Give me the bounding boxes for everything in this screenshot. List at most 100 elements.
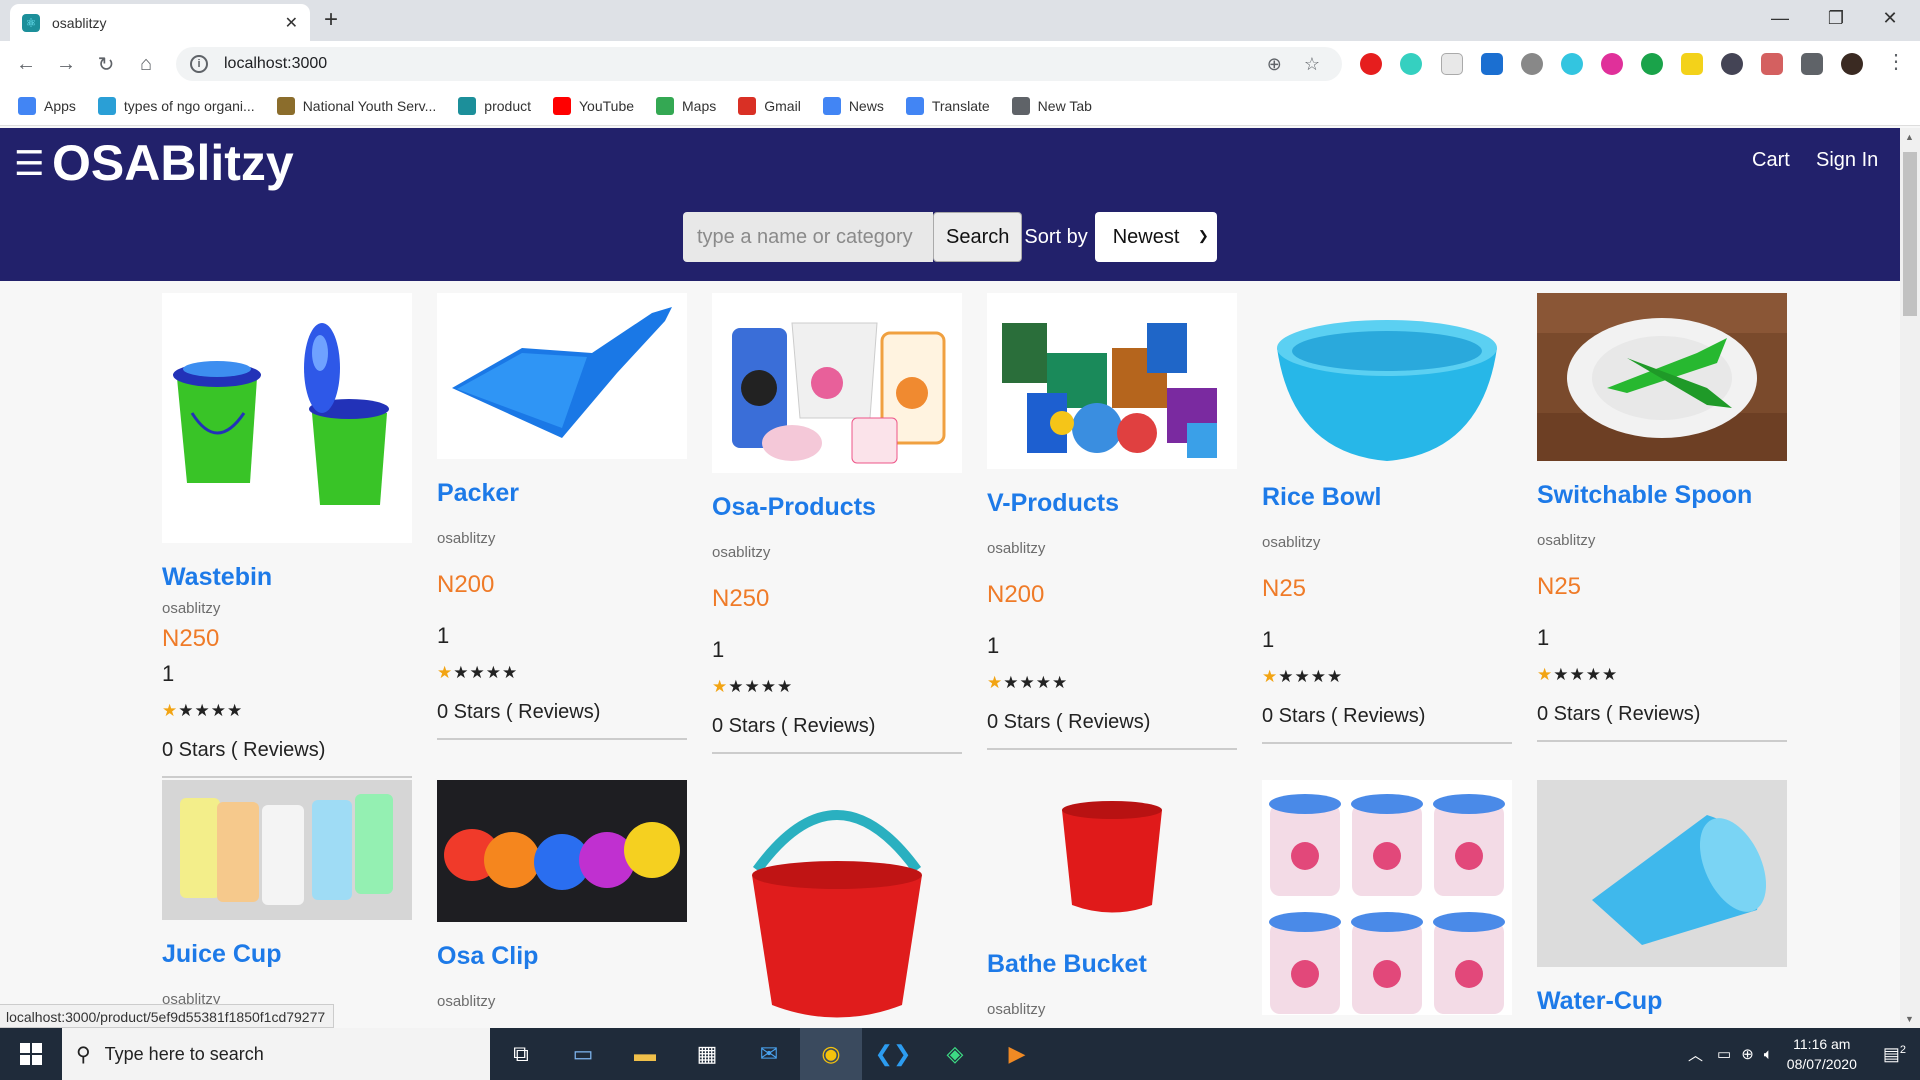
menu-dots-icon[interactable]: ⋮ xyxy=(1886,49,1906,74)
app-icon[interactable]: ▭ xyxy=(552,1028,614,1080)
close-window-icon[interactable]: ✕ xyxy=(1860,0,1920,36)
product-name[interactable]: Bathe Bucket xyxy=(987,950,1237,979)
bookmark-item[interactable]: YouTube xyxy=(553,97,634,115)
product-card[interactable]: Juice Cup osablitzy xyxy=(162,780,412,1008)
battery-icon[interactable]: ▭ xyxy=(1717,1045,1731,1063)
bookmark-item[interactable]: Translate xyxy=(905,97,990,115)
network-icon[interactable]: ⊕ xyxy=(1741,1045,1754,1063)
volume-icon[interactable]: 🔈︎ xyxy=(1764,1046,1773,1063)
product-card[interactable]: V-Products osablitzy N200 1 ★★★★★ 0 Stars ( R… xyxy=(987,293,1237,750)
taskbar-search-box[interactable]: ⚲ Type here to search xyxy=(62,1028,490,1080)
extension-icon[interactable] xyxy=(1761,53,1783,75)
product-name[interactable]: Switchable Spoon xyxy=(1537,481,1787,510)
bookmark-item[interactable]: Maps xyxy=(656,97,716,115)
file-explorer-icon[interactable]: ▬ xyxy=(614,1028,676,1080)
product-image[interactable] xyxy=(162,293,412,543)
product-image[interactable] xyxy=(1537,293,1787,461)
chrome-icon[interactable]: ◉ xyxy=(800,1028,862,1080)
product-image[interactable] xyxy=(712,780,962,1028)
product-card[interactable]: Wastebin osablitzy N250 1 ★★★★★ 0 Stars ( Rev… xyxy=(162,293,412,778)
chevron-up-icon[interactable]: ︿ xyxy=(1688,1044,1703,1065)
bookmark-star-icon[interactable]: ☆ xyxy=(1304,54,1320,75)
product-card[interactable]: Osa-Products osablitzy N250 1 ★★★★★ 0 Stars (… xyxy=(712,293,962,754)
product-image[interactable] xyxy=(987,780,1237,930)
brand-logo[interactable]: OSABlitzy xyxy=(52,134,294,192)
product-name[interactable]: Osa-Products xyxy=(712,493,962,522)
browser-tab[interactable]: ⚛ osablitzy ✕ xyxy=(10,4,310,41)
product-card[interactable]: Bathe Bucket osablitzy xyxy=(987,780,1237,1018)
product-image[interactable] xyxy=(162,780,412,920)
signin-link[interactable]: Sign In xyxy=(1816,149,1878,172)
android-studio-icon[interactable]: ◈ xyxy=(924,1028,986,1080)
bookmark-item[interactable]: National Youth Serv... xyxy=(276,97,436,115)
bookmark-item[interactable]: Apps xyxy=(18,97,76,115)
hamburger-menu-icon[interactable]: ☰ xyxy=(14,144,44,184)
scroll-up-icon[interactable]: ▲ xyxy=(1905,132,1914,142)
product-name[interactable]: Water-Cup xyxy=(1537,987,1787,1016)
notifications-icon[interactable]: ▤2 xyxy=(1883,1044,1906,1065)
url-text[interactable]: localhost:3000 xyxy=(224,55,1267,73)
search-button[interactable]: Search xyxy=(933,212,1023,262)
product-card[interactable]: Osa Clip osablitzy xyxy=(437,780,687,1010)
extension-icon[interactable] xyxy=(1481,53,1503,75)
minimize-icon[interactable]: — xyxy=(1750,0,1810,36)
bookmark-item[interactable]: types of ngo organi... xyxy=(97,97,255,115)
product-image[interactable] xyxy=(1537,780,1787,967)
reload-icon[interactable]: ↻ xyxy=(86,52,126,77)
page-scrollbar[interactable]: ▲ ▼ xyxy=(1900,128,1920,1028)
extension-icon[interactable] xyxy=(1641,53,1663,75)
store-icon[interactable]: ▦ xyxy=(676,1028,738,1080)
bookmark-item[interactable]: product xyxy=(458,97,531,115)
mail-icon[interactable]: ✉ xyxy=(738,1028,800,1080)
profile-avatar[interactable] xyxy=(1841,53,1863,75)
new-tab-button[interactable]: + xyxy=(324,6,338,34)
clock[interactable]: 11:16 am 08/07/2020 xyxy=(1787,1034,1857,1074)
extension-icon[interactable] xyxy=(1360,53,1382,75)
product-name[interactable]: Wastebin xyxy=(162,563,412,592)
product-image[interactable] xyxy=(987,293,1237,469)
extension-icon[interactable] xyxy=(1441,53,1463,75)
bookmark-item[interactable]: New Tab xyxy=(1011,97,1092,115)
extension-icon[interactable] xyxy=(1521,53,1543,75)
scroll-down-icon[interactable]: ▼ xyxy=(1905,1014,1914,1024)
bookmark-item[interactable]: Gmail xyxy=(738,97,801,115)
product-name[interactable]: Osa Clip xyxy=(437,942,687,971)
product-card[interactable] xyxy=(712,780,962,1028)
extension-icon[interactable] xyxy=(1400,53,1422,75)
site-info-icon[interactable]: i xyxy=(190,55,208,73)
product-card[interactable]: Water-Cup xyxy=(1537,780,1787,1016)
product-name[interactable]: Rice Bowl xyxy=(1262,483,1512,512)
product-name[interactable]: V-Products xyxy=(987,489,1237,518)
product-image[interactable] xyxy=(437,780,687,922)
media-player-icon[interactable]: ▶ xyxy=(986,1028,1048,1080)
extensions-puzzle-icon[interactable] xyxy=(1801,53,1823,75)
omnibox[interactable]: i localhost:3000 ⊕ ☆ xyxy=(176,47,1342,81)
home-icon[interactable]: ⌂ xyxy=(126,53,166,76)
cart-link[interactable]: Cart xyxy=(1752,149,1790,172)
windows-start-icon[interactable] xyxy=(0,1028,62,1080)
task-view-icon[interactable]: ⧉ xyxy=(490,1028,552,1080)
product-card[interactable]: Switchable Spoon osablitzy N25 1 ★★★★★ 0 Star… xyxy=(1537,293,1787,742)
zoom-icon[interactable]: ⊕ xyxy=(1267,54,1282,75)
extension-icon[interactable] xyxy=(1721,53,1743,75)
product-name[interactable]: Packer xyxy=(437,479,687,508)
bookmark-item[interactable]: News xyxy=(822,97,884,115)
product-image[interactable] xyxy=(1262,780,1512,1015)
forward-icon[interactable]: → xyxy=(46,53,86,76)
extension-icon[interactable] xyxy=(1601,53,1623,75)
vscode-icon[interactable]: ❮❯ xyxy=(862,1028,924,1080)
restore-icon[interactable]: ❐ xyxy=(1806,0,1866,36)
search-input[interactable] xyxy=(683,212,933,262)
product-card[interactable] xyxy=(1262,780,1512,1015)
close-tab-icon[interactable]: ✕ xyxy=(285,13,298,33)
product-name[interactable]: Juice Cup xyxy=(162,940,412,969)
product-image[interactable] xyxy=(437,293,687,459)
extension-icon[interactable] xyxy=(1561,53,1583,75)
product-image[interactable] xyxy=(712,293,962,473)
back-icon[interactable]: ← xyxy=(6,53,46,76)
product-card[interactable]: Rice Bowl osablitzy N25 1 ★★★★★ 0 Stars ( Rev… xyxy=(1262,293,1512,744)
product-card[interactable]: Packer osablitzy N200 1 ★★★★★ 0 Stars ( Revie… xyxy=(437,293,687,740)
extension-icon[interactable] xyxy=(1681,53,1703,75)
product-image[interactable] xyxy=(1262,293,1512,463)
sort-select[interactable]: Newest ❯ xyxy=(1094,212,1217,262)
